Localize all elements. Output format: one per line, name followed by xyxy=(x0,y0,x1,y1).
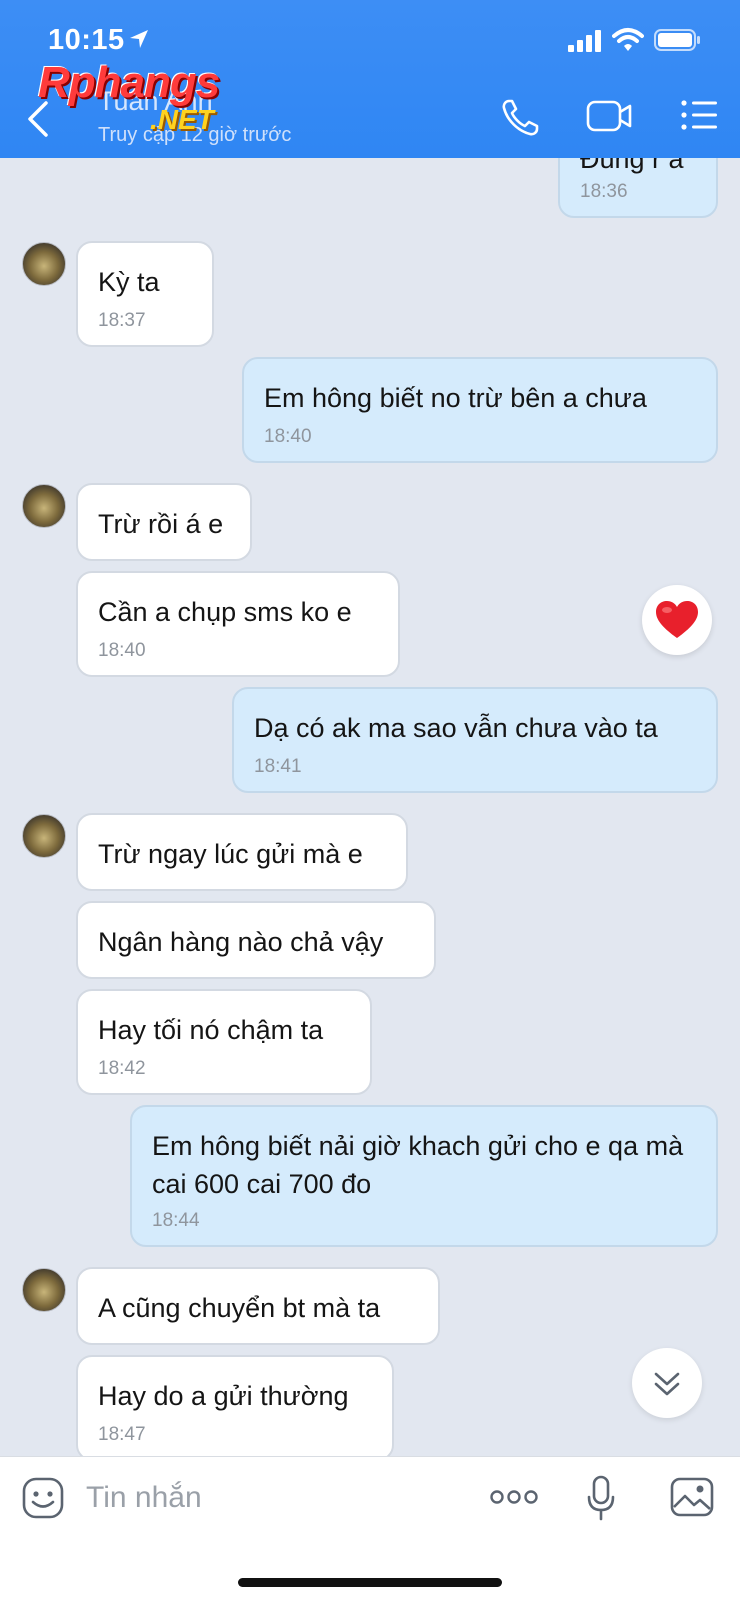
more-options-icon[interactable] xyxy=(490,1487,538,1507)
message-text: Dạ có ak ma sao vẫn chưa vào ta xyxy=(254,713,658,743)
status-time: 10:15 xyxy=(48,24,125,56)
message-time: 18:37 xyxy=(98,310,146,331)
sticker-emoji-icon[interactable] xyxy=(22,1477,64,1519)
microphone-icon[interactable] xyxy=(586,1475,616,1521)
message-time: 18:36 xyxy=(580,181,628,202)
message-text: Em hông biết nải giờ khach gửi cho e qa … xyxy=(152,1131,684,1199)
scroll-to-bottom-button[interactable] xyxy=(632,1348,702,1418)
message-text: Đúng r à xyxy=(580,158,684,174)
heart-icon xyxy=(656,601,698,638)
avatar[interactable] xyxy=(22,814,66,858)
message-time: 18:40 xyxy=(264,426,312,447)
message-bubble-incoming[interactable]: Cần a chụp sms ko e 18:40 xyxy=(76,571,400,677)
menu-list-icon[interactable] xyxy=(680,98,718,132)
message-text: Hay tối nó chậm ta xyxy=(98,1015,324,1045)
message-text: Em hông biết no trừ bên a chưa xyxy=(264,383,647,413)
location-arrow-icon xyxy=(130,30,148,48)
message-time: 18:40 xyxy=(98,640,146,661)
watermark-logo: Rphangs xyxy=(38,58,220,107)
reaction-button[interactable] xyxy=(642,585,712,655)
double-chevron-down-icon xyxy=(654,1372,680,1396)
message-bubble-incoming[interactable]: A cũng chuyển bt mà ta xyxy=(76,1267,440,1345)
image-gallery-icon[interactable] xyxy=(670,1477,714,1517)
message-text: Kỳ ta xyxy=(98,267,160,297)
chat-header: 10:15 Tuan Anh Truy cập 12 giờ trước Rph… xyxy=(0,0,740,158)
message-time: 18:41 xyxy=(254,756,302,777)
message-bubble-incoming[interactable]: Hay do a gửi thường 18:47 xyxy=(76,1355,394,1456)
message-bubble-outgoing[interactable]: Đúng r à 18:36 xyxy=(558,158,718,218)
message-bubble-outgoing[interactable]: Em hông biết nải giờ khach gửi cho e qa … xyxy=(130,1105,718,1247)
message-text: Trừ ngay lúc gửi mà e xyxy=(98,839,363,869)
message-bubble-incoming[interactable]: Trừ rồi á e xyxy=(76,483,252,561)
cellular-signal-icon xyxy=(568,30,601,52)
message-bubble-incoming[interactable]: Ngân hàng nào chả vậy xyxy=(76,901,436,979)
message-bubble-incoming[interactable]: Trừ ngay lúc gửi mà e xyxy=(76,813,408,891)
message-bubble-incoming[interactable]: Kỳ ta 18:37 xyxy=(76,241,214,347)
message-text: Trừ rồi á e xyxy=(98,509,224,539)
home-indicator[interactable] xyxy=(238,1578,502,1587)
avatar[interactable] xyxy=(22,1268,66,1312)
message-time: 18:44 xyxy=(152,1210,200,1231)
message-bubble-outgoing[interactable]: Em hông biết no trừ bên a chưa 18:40 xyxy=(242,357,718,463)
message-text: Cần a chụp sms ko e xyxy=(98,597,352,627)
message-time: 18:47 xyxy=(98,1424,146,1445)
message-composer xyxy=(0,1456,740,1601)
avatar[interactable] xyxy=(22,242,66,286)
avatar[interactable] xyxy=(22,484,66,528)
message-text: Ngân hàng nào chả vậy xyxy=(98,927,384,957)
wifi-icon xyxy=(612,28,644,51)
message-input[interactable] xyxy=(84,1471,448,1525)
message-list[interactable]: Đúng r à 18:36 Kỳ ta 18:37 Em hông biết … xyxy=(0,158,740,1456)
message-text: A cũng chuyển bt mà ta xyxy=(98,1293,381,1323)
watermark-logo-suffix: .NET xyxy=(150,104,214,135)
video-call-icon[interactable] xyxy=(586,98,632,134)
message-bubble-outgoing[interactable]: Dạ có ak ma sao vẫn chưa vào ta 18:41 xyxy=(232,687,718,793)
message-time: 18:42 xyxy=(98,1058,146,1079)
phone-call-icon[interactable] xyxy=(500,98,540,138)
message-text: Hay do a gửi thường xyxy=(98,1381,349,1411)
message-bubble-incoming[interactable]: Hay tối nó chậm ta 18:42 xyxy=(76,989,372,1095)
battery-icon xyxy=(654,29,700,51)
